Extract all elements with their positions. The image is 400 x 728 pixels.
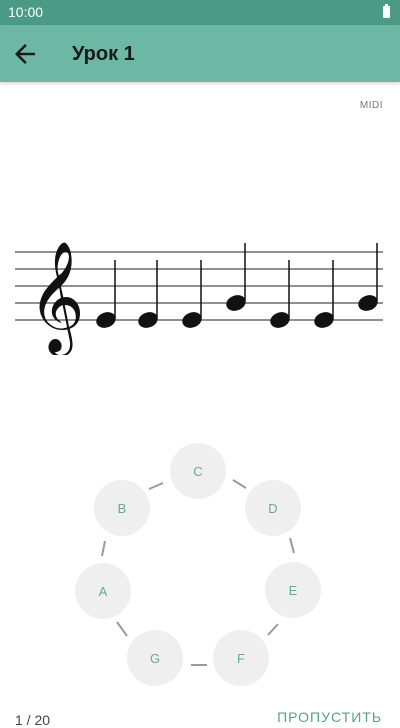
status-time: 10:00 [8,4,44,20]
svg-text:𝄞: 𝄞 [28,240,85,355]
app-bar: Урок 1 [0,25,400,82]
arrow-left-icon [15,44,35,64]
status-bar: 10:00 [0,0,400,25]
staff-note [226,243,246,311]
midi-toggle[interactable]: MIDI [360,100,383,111]
note-button-e[interactable]: E [265,562,321,618]
notes [96,243,378,328]
staff-note [358,243,378,311]
back-button[interactable] [10,39,40,69]
battery-icon [383,4,390,18]
staff-note [138,260,158,328]
staff-note [270,260,290,328]
progress-counter: 1 / 20 [15,712,51,728]
treble-clef-icon: 𝄞 [28,240,85,355]
music-staff: 𝄞 [15,240,383,355]
note-wheel-connectors [101,479,295,666]
skip-button[interactable]: ПРОПУСТИТЬ [277,709,382,725]
staff-note [314,260,334,328]
note-button-f[interactable]: F [213,630,269,686]
note-button-b[interactable]: B [94,480,150,536]
note-button-c[interactable]: C [170,443,226,499]
note-button-a[interactable]: A [75,563,131,619]
staff-note [96,260,116,328]
note-button-d[interactable]: D [245,480,301,536]
staff-note [182,260,202,328]
note-button-g[interactable]: G [127,630,183,686]
screen-title: Урок 1 [72,43,135,65]
